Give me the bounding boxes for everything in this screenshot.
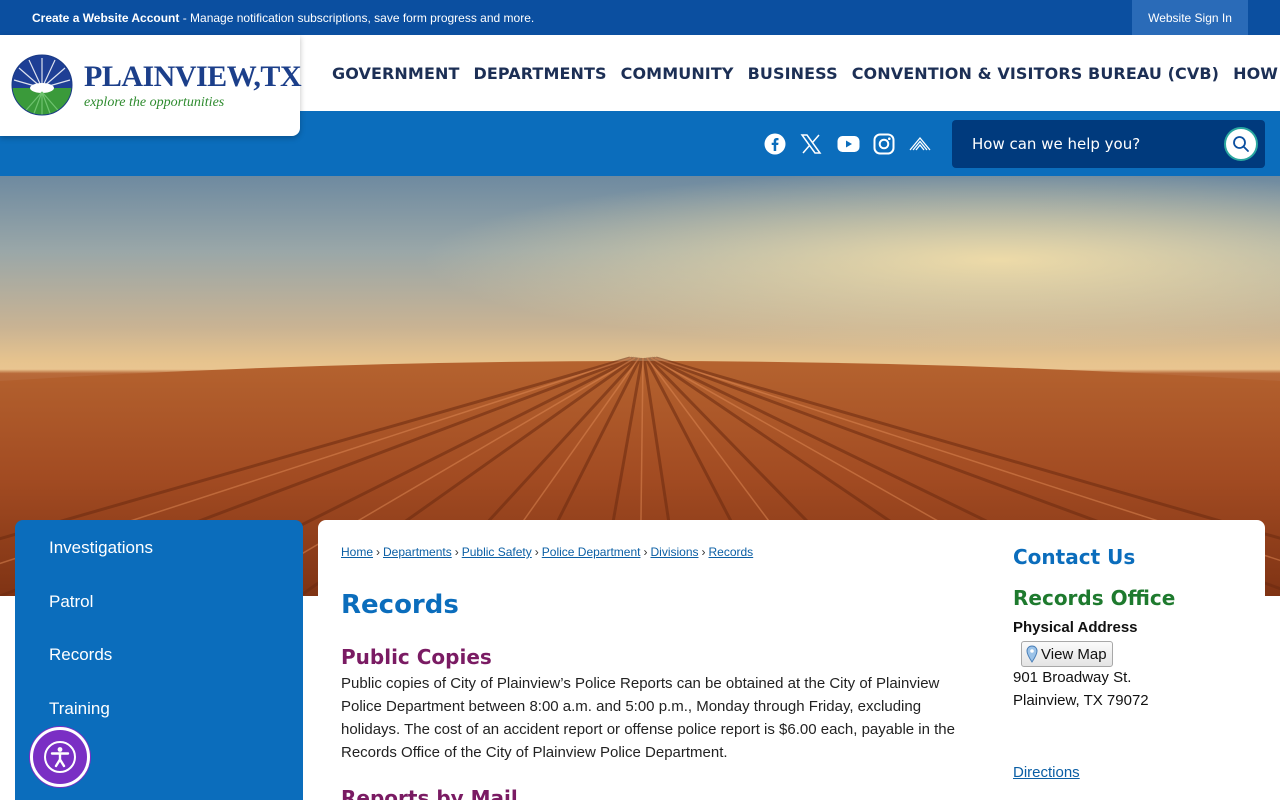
youtube-icon[interactable] [836,131,860,157]
sidebar-item-patrol[interactable]: Patrol [49,592,93,612]
search-box [952,120,1265,168]
sunrise-logo-icon [11,54,73,116]
nav-government[interactable]: GOVERNMENT [332,64,459,83]
nav-departments[interactable]: DEPARTMENTS [473,64,606,83]
sidebar-item-investigations[interactable]: Investigations [49,538,153,558]
section-title-public-copies: Public Copies [341,645,492,669]
breadcrumb-records[interactable]: Records [709,545,754,559]
main-navigation: GOVERNMENT DEPARTMENTS COMMUNITY BUSINES… [332,35,1280,111]
section-title-reports-by-mail: Reports by Mail [341,786,518,800]
public-copies-text: Public copies of City of Plainview’s Pol… [341,675,955,761]
accessibility-icon [44,741,76,773]
search-button[interactable] [1224,127,1258,161]
breadcrumb: Home › Departments › Public Safety › Police De… [341,545,753,559]
site-logo[interactable]: PLAINVIEW,TX explore the opportunities [0,35,302,136]
address-city: Plainview, TX 79072 [1013,692,1149,709]
address-street: 901 Broadway St. [1013,669,1132,686]
sidebar-item-records[interactable]: Records [49,645,112,665]
address-label: Physical Address [1013,619,1138,636]
utility-bar: Create a Website Account - Manage notifi… [0,0,1280,35]
nav-community[interactable]: COMMUNITY [621,64,734,83]
nav-how-do-i[interactable]: HOW DO I... [1233,64,1280,83]
breadcrumb-home[interactable]: Home [341,545,373,559]
x-icon[interactable] [799,131,823,157]
contact-title: Contact Us [1013,545,1136,569]
breadcrumb-separator: › [376,545,381,559]
instagram-icon[interactable] [872,131,896,157]
breadcrumb-separator: › [643,545,648,559]
breadcrumb-public-safety[interactable]: Public Safety [462,545,532,559]
facebook-icon[interactable] [763,131,787,157]
nav-business[interactable]: BUSINESS [748,64,838,83]
view-map-button[interactable]: View Map [1021,641,1113,667]
account-description: - Manage notification subscriptions, sav… [179,11,535,25]
breadcrumb-separator: › [454,545,459,559]
notify-icon[interactable] [908,131,932,157]
accessibility-button[interactable] [30,727,90,787]
logo-tagline: explore the opportunities [84,95,225,110]
map-pin-icon [1026,645,1038,663]
office-title: Records Office [1013,586,1176,610]
breadcrumb-separator: › [701,545,706,559]
breadcrumb-departments[interactable]: Departments [383,545,452,559]
sign-in-button[interactable]: Website Sign In [1132,0,1248,35]
breadcrumb-divisions[interactable]: Divisions [650,545,698,559]
create-account-link[interactable]: Create a Website Account [32,11,179,25]
breadcrumb-police-department[interactable]: Police Department [542,545,641,559]
view-map-label: View Map [1041,645,1107,663]
account-message: Create a Website Account - Manage notifi… [32,11,534,25]
search-input[interactable] [952,120,1217,168]
page-title: Records [341,590,459,620]
logo-title: PLAINVIEW,TX [84,60,302,93]
directions-link[interactable]: Directions [1013,764,1080,781]
content-card: Home › Departments › Public Safety › Police De… [318,520,1265,800]
nav-cvb[interactable]: CONVENTION & VISITORS BUREAU (CVB) [852,64,1219,83]
search-icon [1233,136,1249,152]
breadcrumb-separator: › [534,545,539,559]
sidebar-item-training[interactable]: Training [49,699,110,719]
